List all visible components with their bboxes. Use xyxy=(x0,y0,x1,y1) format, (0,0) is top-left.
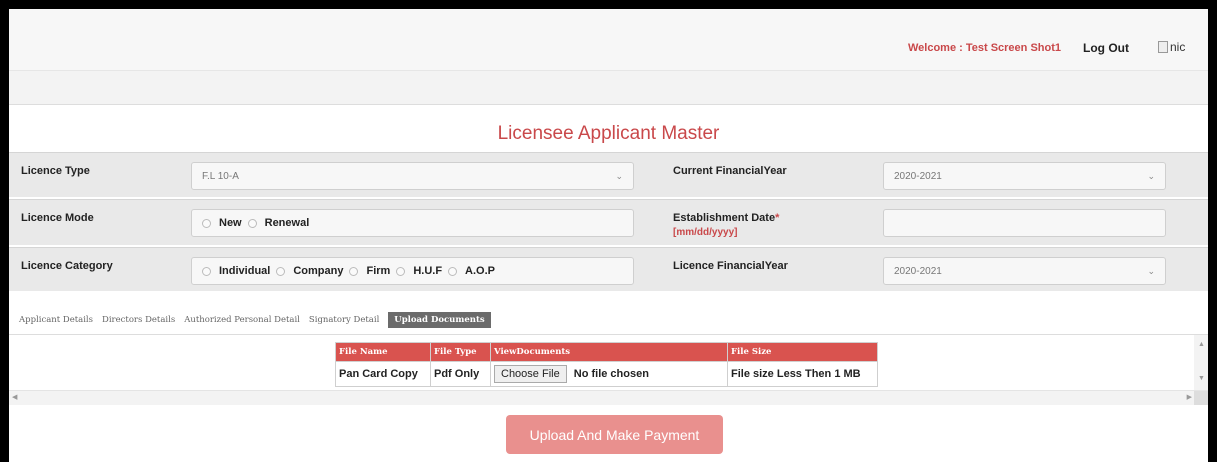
table-row: Pan Card Copy Pdf Only Choose File No fi… xyxy=(335,361,878,387)
scroll-down-icon[interactable]: ▼ xyxy=(1198,375,1205,382)
licence-financial-year-select[interactable]: 2020-2021 ⌄ xyxy=(883,257,1166,285)
col-file-name: File Name xyxy=(335,342,431,362)
vertical-scrollbar[interactable]: ▲ ▼ xyxy=(1194,335,1208,390)
radio-company[interactable] xyxy=(276,266,286,276)
choose-file-button[interactable]: Choose File xyxy=(494,365,567,383)
horizontal-scrollbar[interactable]: ◀ ▶ xyxy=(9,390,1208,405)
col-file-size: File Size xyxy=(727,342,878,362)
radio-huf-label: H.U.F xyxy=(413,265,443,277)
required-mark: * xyxy=(775,212,780,224)
col-file-type: File Type xyxy=(430,342,491,362)
establishment-date-input[interactable] xyxy=(883,209,1166,237)
chevron-down-icon: ⌄ xyxy=(1147,266,1155,276)
tab-directors-details[interactable]: Directors Details xyxy=(102,315,175,325)
radio-aop[interactable] xyxy=(448,266,458,276)
establishment-date-label: Establishment Date* [mm/dd/yyyy] xyxy=(673,212,779,238)
app-frame: Welcome : Test Screen Shot1 Log Out nic … xyxy=(9,9,1208,462)
radio-individual[interactable] xyxy=(202,266,211,276)
licence-financial-year-value: 2020-2021 xyxy=(894,265,942,277)
cell-file-type: Pdf Only xyxy=(430,361,491,387)
cell-view-documents: Choose File No file chosen xyxy=(490,361,728,387)
no-file-chosen-text: No file chosen xyxy=(573,368,649,380)
establishment-date-label-text: Establishment Date xyxy=(673,212,776,224)
current-financial-year-label: Current FinancialYear xyxy=(673,165,787,177)
table-header-row: File Name File Type ViewDocuments File S… xyxy=(335,342,878,362)
page-title: Licensee Applicant Master xyxy=(497,123,720,144)
logout-link[interactable]: Log Out xyxy=(1083,41,1129,55)
scroll-up-icon[interactable]: ▲ xyxy=(1198,341,1205,348)
radio-individual-label: Individual xyxy=(219,265,271,277)
tab-upload-documents[interactable]: Upload Documents xyxy=(388,312,491,328)
current-financial-year-value: 2020-2021 xyxy=(894,170,942,182)
licence-mode-radio-group: New Renewal xyxy=(191,209,634,237)
documents-panel: File Name File Type ViewDocuments File S… xyxy=(9,334,1208,405)
licence-category-label: Licence Category xyxy=(21,260,113,272)
chevron-down-icon: ⌄ xyxy=(1147,171,1155,181)
welcome-text: Welcome : Test Screen Shot1 xyxy=(907,42,1061,54)
logo-alt-text: nic xyxy=(1170,40,1186,54)
licence-category-radio-group: Individual Company Firm H.U.F A.O.P xyxy=(191,257,634,285)
nic-logo: nic xyxy=(1158,39,1198,55)
radio-huf[interactable] xyxy=(396,266,406,276)
broken-image-icon xyxy=(1158,41,1168,53)
licence-type-value: F.L 10-A xyxy=(202,170,239,182)
form-row-licence-mode: Licence Mode New Renewal Establishment D… xyxy=(9,199,1208,245)
date-format-hint: [mm/dd/yyyy] xyxy=(673,227,738,238)
detail-tabs: Applicant Details Directors Details Auth… xyxy=(19,312,491,328)
licence-mode-label: Licence Mode xyxy=(21,212,94,224)
radio-new[interactable] xyxy=(202,218,211,228)
radio-renewal-label: Renewal xyxy=(264,217,310,229)
licence-type-label: Licence Type xyxy=(21,165,90,177)
current-financial-year-select[interactable]: 2020-2021 ⌄ xyxy=(883,162,1166,190)
radio-firm-label: Firm xyxy=(366,265,391,277)
radio-renewal[interactable] xyxy=(247,218,257,228)
tab-applicant-details[interactable]: Applicant Details xyxy=(19,315,93,325)
radio-firm[interactable] xyxy=(349,266,359,276)
chevron-down-icon: ⌄ xyxy=(615,171,623,181)
scroll-left-icon[interactable]: ◀ xyxy=(12,393,17,401)
licence-financial-year-label: Licence FinancialYear xyxy=(673,260,788,272)
tab-authorized-personal-detail[interactable]: Authorized Personal Detail xyxy=(184,315,300,325)
licence-type-select[interactable]: F.L 10-A ⌄ xyxy=(191,162,634,190)
form-row-licence-type: Licence Type F.L 10-A ⌄ Current Financia… xyxy=(9,152,1208,197)
scroll-right-icon[interactable]: ▶ xyxy=(1187,393,1192,401)
radio-company-label: Company xyxy=(293,265,344,277)
upload-and-make-payment-button[interactable]: Upload And Make Payment xyxy=(506,415,723,454)
top-bar: Welcome : Test Screen Shot1 Log Out nic xyxy=(9,9,1208,71)
col-view-documents: ViewDocuments xyxy=(490,342,728,362)
documents-table: File Name File Type ViewDocuments File S… xyxy=(335,342,878,387)
radio-aop-label: A.O.P xyxy=(465,265,495,277)
form-row-licence-category: Licence Category Individual Company Firm… xyxy=(9,247,1208,291)
nav-strip xyxy=(9,71,1208,105)
radio-new-label: New xyxy=(219,217,242,229)
scrollbar-corner xyxy=(1194,391,1208,405)
cell-file-size: File size Less Then 1 MB xyxy=(727,361,878,387)
tab-signatory-detail[interactable]: Signatory Detail xyxy=(309,315,379,325)
cell-file-name: Pan Card Copy xyxy=(335,361,431,387)
